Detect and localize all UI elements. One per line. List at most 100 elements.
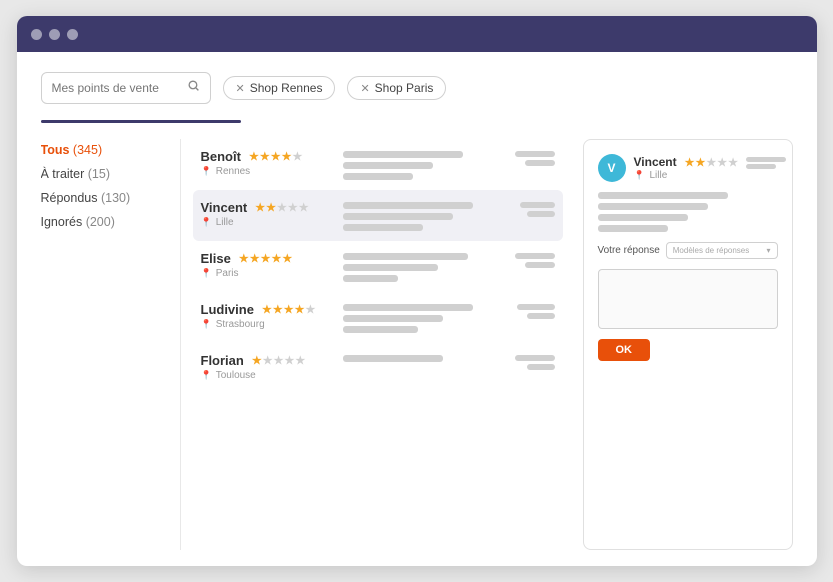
filled-star: ★ <box>260 150 270 163</box>
review-content-vincent <box>343 200 508 231</box>
text-line <box>343 304 473 311</box>
review-row-elise[interactable]: Elise ★★★★★ 📍 Paris <box>193 241 563 292</box>
detail-name-area: Vincent ★★★★★ 📍 Lille <box>634 155 787 181</box>
browser-dot-1 <box>31 29 42 40</box>
meta-line <box>527 364 555 370</box>
chevron-down-icon: ▾ <box>766 246 770 255</box>
detail-name: Vincent ★★★★★ <box>634 155 787 169</box>
avatar: V <box>598 154 626 182</box>
review-left-elise: Elise ★★★★★ 📍 Paris <box>201 251 331 279</box>
filled-star: ★ <box>284 303 294 316</box>
text-line <box>343 355 443 362</box>
browser-titlebar <box>17 16 817 52</box>
filled-star: ★ <box>685 156 695 169</box>
filled-star: ★ <box>295 303 305 316</box>
review-name-ludivine: Ludivine ★★★★★ <box>201 302 331 317</box>
browser-window: ✕ Shop Rennes ✕ Shop Paris Tous (345) À … <box>17 16 817 566</box>
empty-star: ★ <box>288 201 298 214</box>
empty-star: ★ <box>728 156 738 169</box>
text-line <box>343 213 453 220</box>
stars-elise: ★★★★★ <box>239 252 292 265</box>
detail-stars: ★★★★★ <box>685 156 738 169</box>
filter-tag-rennes[interactable]: ✕ Shop Rennes <box>223 76 336 100</box>
filled-star: ★ <box>249 150 259 163</box>
meta-line <box>515 253 555 259</box>
review-name-elise: Elise ★★★★★ <box>201 251 331 266</box>
filter-tag-paris[interactable]: ✕ Shop Paris <box>347 76 446 100</box>
filled-star: ★ <box>262 303 272 316</box>
filled-star: ★ <box>261 252 271 265</box>
filled-star: ★ <box>252 354 262 367</box>
detail-response-row: Votre réponse Modèles de réponses ▾ <box>598 242 778 259</box>
tab-underline <box>41 120 241 123</box>
search-input[interactable] <box>52 81 179 95</box>
review-left-ludivine: Ludivine ★★★★★ 📍 Strasbourg <box>201 302 331 330</box>
close-paris-icon[interactable]: ✕ <box>360 82 369 95</box>
close-rennes-icon[interactable]: ✕ <box>236 82 245 95</box>
detail-text-line <box>598 225 668 232</box>
filled-star: ★ <box>255 201 265 214</box>
sidebar-item-a-traiter[interactable]: À traiter (15) <box>41 167 164 181</box>
review-meta-ludivine <box>517 302 555 319</box>
main-layout: Tous (345) À traiter (15) Répondus (130)… <box>41 139 793 550</box>
text-line <box>343 315 443 322</box>
filled-star: ★ <box>282 150 292 163</box>
text-line <box>343 173 413 180</box>
meta-line <box>515 151 555 157</box>
review-row-ludivine[interactable]: Ludivine ★★★★★ 📍 Strasbourg <box>193 292 563 343</box>
empty-star: ★ <box>706 156 716 169</box>
meta-line <box>525 160 555 166</box>
detail-text-lines <box>598 192 778 232</box>
header-bar: ✕ Shop Rennes ✕ Shop Paris <box>41 72 793 104</box>
response-dropdown[interactable]: Modèles de réponses ▾ <box>666 242 778 259</box>
empty-star: ★ <box>299 201 309 214</box>
stars-florian: ★★★★★ <box>252 354 305 367</box>
detail-meta-line <box>746 157 786 162</box>
detail-header: V Vincent ★★★★★ 📍 Lille <box>598 154 778 182</box>
review-left-vincent: Vincent ★★★★★ 📍 Lille <box>201 200 331 228</box>
filled-star: ★ <box>282 252 292 265</box>
stars-benoit: ★★★★★ <box>249 150 302 163</box>
sidebar-item-repondus[interactable]: Répondus (130) <box>41 191 164 205</box>
review-row-benoit[interactable]: Benoît ★★★★★ 📍 Rennes <box>193 139 563 190</box>
empty-star: ★ <box>295 354 305 367</box>
response-textarea[interactable] <box>598 269 778 329</box>
sidebar-item-ignores[interactable]: Ignorés (200) <box>41 215 164 229</box>
empty-star: ★ <box>717 156 727 169</box>
review-row-vincent[interactable]: Vincent ★★★★★ 📍 Lille <box>193 190 563 241</box>
review-row-florian[interactable]: Florian ★★★★★ 📍 Toulouse <box>193 343 563 391</box>
review-content-benoit <box>343 149 503 180</box>
stars-ludivine: ★★★★★ <box>262 303 315 316</box>
text-line <box>343 202 473 209</box>
filled-star: ★ <box>250 252 260 265</box>
text-line <box>343 224 423 231</box>
detail-text-line <box>598 214 688 221</box>
browser-dot-2 <box>49 29 60 40</box>
detail-text-line <box>598 203 708 210</box>
review-name-florian: Florian ★★★★★ <box>201 353 331 368</box>
text-line <box>343 253 468 260</box>
empty-star: ★ <box>284 354 294 367</box>
meta-line <box>517 304 555 310</box>
review-location-benoit: 📍 Rennes <box>201 166 331 177</box>
ok-button[interactable]: OK <box>598 339 651 361</box>
empty-star: ★ <box>274 354 284 367</box>
browser-dot-3 <box>67 29 78 40</box>
empty-star: ★ <box>292 150 302 163</box>
review-location-ludivine: 📍 Strasbourg <box>201 319 331 330</box>
text-line <box>343 151 463 158</box>
detail-text-line <box>598 192 728 199</box>
review-meta-vincent <box>520 200 555 217</box>
review-content-florian <box>343 353 503 362</box>
review-location-elise: 📍 Paris <box>201 268 331 279</box>
review-name-vincent: Vincent ★★★★★ <box>201 200 331 215</box>
detail-meta-line <box>746 164 776 169</box>
text-line <box>343 275 398 282</box>
filled-star: ★ <box>271 150 281 163</box>
sidebar-item-tous[interactable]: Tous (345) <box>41 143 164 157</box>
response-label: Votre réponse <box>598 245 660 256</box>
text-line <box>343 162 433 169</box>
filled-star: ★ <box>239 252 249 265</box>
search-box[interactable] <box>41 72 211 104</box>
detail-response-section: Votre réponse Modèles de réponses ▾ <box>598 242 778 259</box>
